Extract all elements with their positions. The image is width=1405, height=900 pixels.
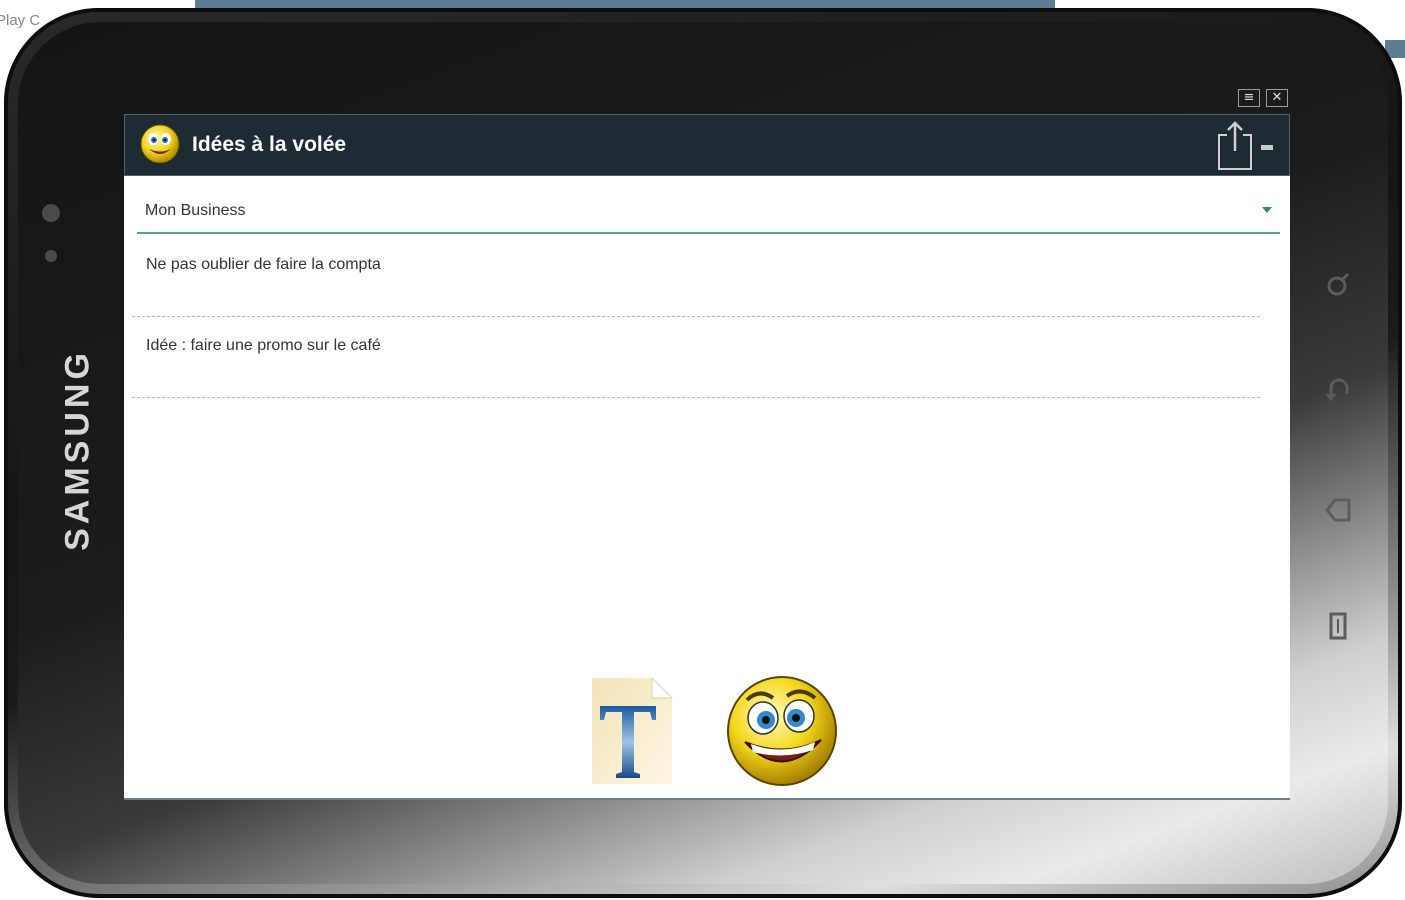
device-brand-label: SAMSUNG bbox=[58, 349, 97, 551]
camera-lens-icon bbox=[42, 204, 60, 222]
share-icon bbox=[1215, 119, 1255, 176]
text-document-icon[interactable] bbox=[590, 676, 674, 786]
search-key-icon[interactable] bbox=[1323, 268, 1355, 300]
dropdown-arrow-icon bbox=[1262, 207, 1272, 213]
app-title: Idées à la volée bbox=[192, 133, 347, 156]
back-key-icon[interactable] bbox=[1323, 374, 1355, 406]
share-button[interactable] bbox=[1211, 119, 1277, 175]
overflow-icon[interactable] bbox=[1261, 144, 1273, 150]
background-window-bar bbox=[195, 0, 1055, 8]
status-bar-icons: ≡ ✕ bbox=[1238, 89, 1288, 107]
category-spinner-value: Mon Business bbox=[145, 202, 246, 219]
smiley-face-icon[interactable] bbox=[139, 123, 181, 165]
menu-key-icon[interactable] bbox=[1323, 610, 1355, 642]
category-spinner[interactable]: Mon Business bbox=[137, 186, 1280, 234]
light-sensor-icon bbox=[45, 250, 57, 262]
menu-lines-icon[interactable]: ≡ bbox=[1238, 89, 1260, 107]
note-text: Ne pas oublier de faire la compta bbox=[146, 256, 381, 273]
action-bar: Idées à la volée bbox=[124, 114, 1290, 176]
list-item[interactable]: Idée : faire une promo sur le café bbox=[132, 317, 1260, 398]
app-screen: Idées à la volée Mon Business Ne pas oub… bbox=[124, 114, 1290, 800]
close-box-icon[interactable]: ✕ bbox=[1266, 89, 1288, 107]
list-item[interactable]: Ne pas oublier de faire la compta bbox=[132, 236, 1260, 317]
home-key-icon[interactable] bbox=[1323, 494, 1355, 526]
note-text: Idée : faire une promo sur le café bbox=[146, 337, 381, 354]
smiley-face-icon[interactable] bbox=[725, 674, 839, 788]
background-partial-text: Play C bbox=[0, 12, 41, 29]
